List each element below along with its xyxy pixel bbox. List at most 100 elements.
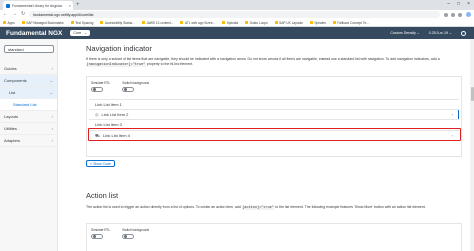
sidebar-search-value: standard (8, 46, 24, 52)
bookmark-item[interactable]: Apps (3, 21, 15, 25)
extension-icon[interactable] (444, 12, 448, 17)
url-input[interactable]: fundamental-ngx.netlify.app/#/core/list (29, 11, 440, 18)
code-snippet: [action]="true" (241, 206, 275, 210)
bookmark-icon (70, 21, 74, 24)
navigation-arrow-icon: › (451, 112, 453, 117)
sidebar-item-standard-list[interactable]: Standard List (0, 99, 57, 111)
bookmark-icon (332, 21, 336, 24)
url-text: fundamental-ngx.netlify.app/#/core/list (33, 12, 94, 17)
section-description: The action list is used to trigger an ac… (86, 205, 426, 210)
app-brand[interactable]: Fundamental NGX (6, 30, 62, 37)
maximize-icon[interactable]: □ (457, 1, 460, 7)
background-label: Switch background (122, 228, 150, 232)
background-toggle[interactable] (122, 86, 135, 92)
sidebar-item-utilities[interactable]: Utilities › (0, 123, 57, 135)
bookmark-item[interactable]: Spirales (309, 21, 326, 25)
main-content: Navigation indicator If there is only a … (58, 39, 470, 251)
bookmark-icon (100, 21, 104, 24)
rtl-toggle[interactable] (91, 233, 103, 239)
section-title-action-list: Action list (86, 191, 119, 200)
section-title-navigation-indicator: Navigation indicator (86, 44, 152, 53)
sidebar-item-guides[interactable]: Guides › (0, 63, 57, 75)
rtl-label: Simulate RTL (91, 228, 111, 232)
example-controls: Simulate RTL Switch background (87, 77, 461, 96)
toggle-knob (92, 234, 97, 239)
brand-strong: NGX (48, 29, 63, 37)
browser-tab-bar: Fundamental Library for Angular × + – □ … (0, 0, 474, 10)
sidebar-item-layouts[interactable]: Layouts › (0, 111, 57, 123)
shell-actions: Custom Density ⌄ 0.25.0-rc.19 ⌄ (390, 27, 466, 39)
back-icon[interactable]: ← (3, 11, 8, 18)
rtl-control: Simulate RTL (91, 81, 110, 92)
minimize-icon[interactable]: – (447, 1, 450, 7)
sidebar-search-input[interactable]: standard (4, 45, 54, 53)
release-menu[interactable]: 0.25.0-rc.19 ⌄ (429, 31, 452, 35)
forward-icon[interactable]: → (12, 11, 17, 18)
rtl-toggle[interactable] (91, 86, 103, 92)
address-bar: ← → ↻ fundamental-ngx.netlify.app/#/core… (0, 10, 474, 19)
chevron-down-icon: ⌄ (84, 31, 88, 35)
rtl-control: Simulate RTL (91, 228, 110, 239)
code-snippet: [navigationIndicator]="true" (86, 63, 146, 67)
bookmark-item[interactable]: ATL web app Scree... (180, 21, 215, 25)
shell-bar: Fundamental NGX Core ⌄ Custom Density ⌄ 0… (0, 27, 474, 39)
chevron-right-icon: › (51, 66, 53, 71)
tab-favicon-icon (6, 3, 10, 8)
window-controls: – □ × (447, 1, 470, 7)
profile-avatar[interactable] (466, 12, 471, 17)
tab-title: Fundamental Library for Angular (12, 3, 62, 8)
bookmark-item[interactable]: Fallback Concept Te... (332, 21, 369, 25)
github-icon[interactable] (461, 30, 466, 36)
highlight-box (88, 128, 461, 141)
example-controls: Simulate RTL Switch background (87, 224, 461, 243)
sidebar-item-list[interactable]: List ⌄ (0, 87, 57, 99)
bookmark-item[interactable]: JAWS 13 content... (141, 21, 173, 25)
new-tab-icon[interactable]: + (76, 1, 80, 9)
browser-tab[interactable]: Fundamental Library for Angular × (3, 1, 73, 10)
show-code-button[interactable]: ‹› Show Code (86, 160, 115, 167)
chevron-down-icon: ⌄ (49, 78, 53, 83)
bookmark-icon (21, 21, 25, 24)
globe-icon: ◎ (95, 112, 99, 117)
theme-menu[interactable]: Custom Density ⌄ (390, 31, 419, 35)
library-select[interactable]: Core ⌄ (70, 30, 91, 36)
chevron-right-icon: › (51, 114, 53, 119)
sidebar-item-adapters[interactable]: Adapters › (0, 135, 57, 147)
scrollbar-thumb[interactable] (470, 87, 474, 101)
chevron-right-icon: › (51, 126, 53, 131)
bookmark-icon (141, 21, 145, 24)
sidebar-item-components[interactable]: Components ⌄ (0, 75, 57, 87)
page-scrollbar[interactable] (470, 39, 474, 251)
bookmark-item[interactable]: Test Spacing (70, 21, 93, 25)
bookmark-item[interactable]: Spinalia (222, 21, 238, 25)
chevron-right-icon: › (51, 138, 53, 143)
example-container: Simulate RTL Switch background Link List… (86, 76, 462, 157)
bookmark-icon (222, 21, 226, 24)
sidebar: standard Guides › Components ⌄ List ⌄ Stand… (0, 39, 58, 251)
window-close-icon[interactable]: × (467, 1, 470, 7)
library-select-value: Core (73, 31, 82, 35)
reload-icon[interactable]: ↻ (21, 11, 25, 18)
bookmark-item[interactable]: SAP UX Layouts (274, 21, 303, 25)
toggle-knob (123, 87, 128, 92)
list-item[interactable]: ◎ Link List Item 2 › (89, 109, 459, 120)
background-control: Switch background (122, 228, 149, 239)
tab-close-icon[interactable]: × (69, 3, 73, 8)
section-description: If there is only a subset of list items … (86, 57, 440, 67)
list-item[interactable]: Link List Item 1 (89, 99, 459, 109)
background-label: Switch background (122, 81, 150, 85)
extension-icon[interactable] (458, 12, 462, 17)
chevron-down-icon: ⌄ (49, 90, 53, 95)
example-container: Simulate RTL Switch background (86, 223, 462, 251)
bookmark-icon (274, 21, 278, 24)
bookmark-item[interactable]: Guido Loops (245, 21, 268, 25)
brand-prefix: Fundamental (6, 29, 49, 37)
toggle-knob (123, 234, 128, 239)
bookmark-item[interactable]: Accessibility Status... (100, 21, 135, 25)
bookmark-item[interactable]: SAP Managed Bookmarks (21, 21, 64, 25)
extension-icons (444, 12, 462, 17)
bookmark-icon (3, 21, 6, 24)
background-toggle[interactable] (122, 233, 135, 239)
bookmark-icon (180, 21, 184, 24)
extension-icon[interactable] (451, 12, 455, 17)
